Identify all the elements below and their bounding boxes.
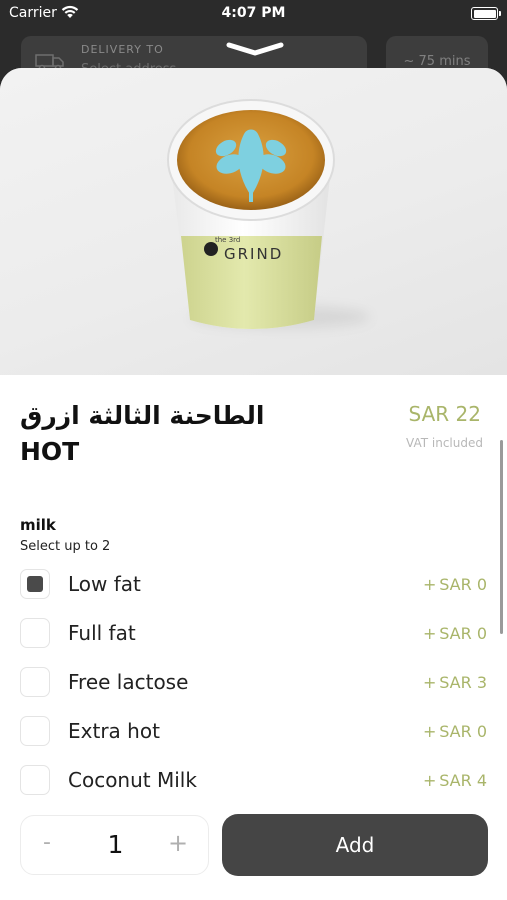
checkbox-free-lactose[interactable] xyxy=(20,667,50,697)
cup-brand: GRIND xyxy=(224,245,283,263)
delivery-label: DELIVERY TO xyxy=(81,43,164,56)
eta-text: ~ 75 mins xyxy=(403,54,471,69)
battery-icon xyxy=(471,7,501,20)
option-label: Coconut Milk xyxy=(68,768,197,792)
status-bar: Carrier 4:07 PM xyxy=(0,0,507,28)
add-button[interactable]: Add xyxy=(222,814,488,876)
cup-brand-small: the 3rd xyxy=(215,236,240,244)
option-price: SAR 0 xyxy=(439,624,487,643)
option-row-full-fat[interactable]: Full fat + SAR 0 xyxy=(0,614,507,654)
vat-note: VAT included xyxy=(406,436,483,450)
status-time: 4:07 PM xyxy=(221,5,286,21)
quantity-stepper: - 1 + xyxy=(20,815,209,875)
checkbox-coconut-milk[interactable] xyxy=(20,765,50,795)
option-plus: + xyxy=(423,673,437,692)
option-label: Low fat xyxy=(68,572,141,596)
scrollbar[interactable] xyxy=(500,440,503,634)
option-plus: + xyxy=(423,575,437,594)
option-row-coconut-milk[interactable]: Coconut Milk + SAR 4 xyxy=(0,761,507,801)
product-image: the 3rd GRIND xyxy=(0,68,507,375)
option-price: SAR 4 xyxy=(439,771,487,790)
checkbox-full-fat[interactable] xyxy=(20,618,50,648)
option-price: SAR 3 xyxy=(439,673,487,692)
product-title-arabic: الطاحنة الثالثة ازرق xyxy=(20,401,265,430)
option-label: Free lactose xyxy=(68,670,189,694)
option-price: SAR 0 xyxy=(439,575,487,594)
option-row-free-lactose[interactable]: Free lactose + SAR 3 xyxy=(0,663,507,703)
checkbox-low-fat[interactable] xyxy=(20,569,50,599)
product-sheet: the 3rd GRIND الطاحنة الثالثة ازرق HOT S… xyxy=(0,68,507,900)
increment-button[interactable]: + xyxy=(168,829,188,857)
product-title-english: HOT xyxy=(20,437,80,466)
dismiss-chevron-icon[interactable] xyxy=(226,41,284,60)
option-price: SAR 0 xyxy=(439,722,487,741)
option-label: Extra hot xyxy=(68,719,160,743)
option-row-low-fat[interactable]: Low fat + SAR 0 xyxy=(0,565,507,605)
checkbox-extra-hot[interactable] xyxy=(20,716,50,746)
option-group-subtitle: Select up to 2 xyxy=(20,539,111,554)
option-row-extra-hot[interactable]: Extra hot + SAR 0 xyxy=(0,712,507,752)
option-plus: + xyxy=(423,722,437,741)
option-plus: + xyxy=(423,624,437,643)
option-group-title: milk xyxy=(20,516,56,534)
product-price: SAR 22 xyxy=(408,402,481,426)
option-label: Full fat xyxy=(68,621,136,645)
option-plus: + xyxy=(423,771,437,790)
